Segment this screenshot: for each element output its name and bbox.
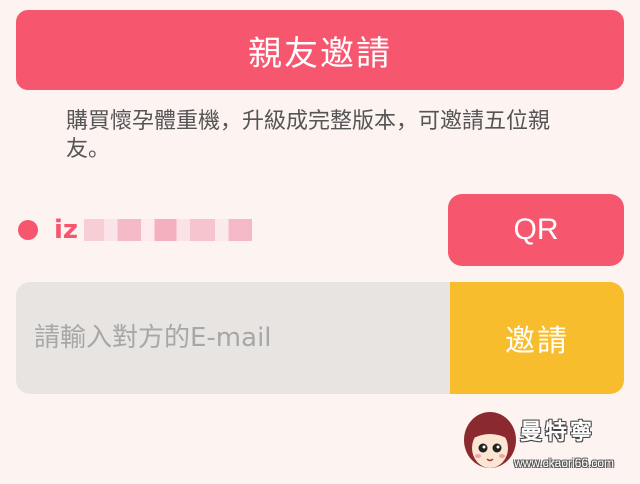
invite-button[interactable]: 邀請 [450,282,624,394]
watermark: 曼特寧 www.ckaori66.com [462,408,638,482]
qr-button-label: QR [513,213,559,246]
email-input[interactable] [16,282,450,394]
redacted-id-mosaic [84,219,253,241]
friend-id-text: iz [54,215,79,245]
friend-id: iz [54,210,253,250]
friend-status-dot [18,220,38,240]
invite-button-label: 邀請 [505,324,569,359]
avatar-icon [464,412,516,468]
watermark-name: 曼特寧 [520,420,596,445]
upgrade-description: 購買懷孕體重機，升級成完整版本，可邀請五位親友。 [66,109,551,162]
qr-button[interactable]: QR [448,194,624,266]
page-title: 親友邀請 [248,33,392,74]
watermark-url: www.ckaori66.com [514,456,615,470]
invite-friends-title-button[interactable]: 親友邀請 [16,10,624,90]
invite-form: 邀請 [16,282,624,394]
